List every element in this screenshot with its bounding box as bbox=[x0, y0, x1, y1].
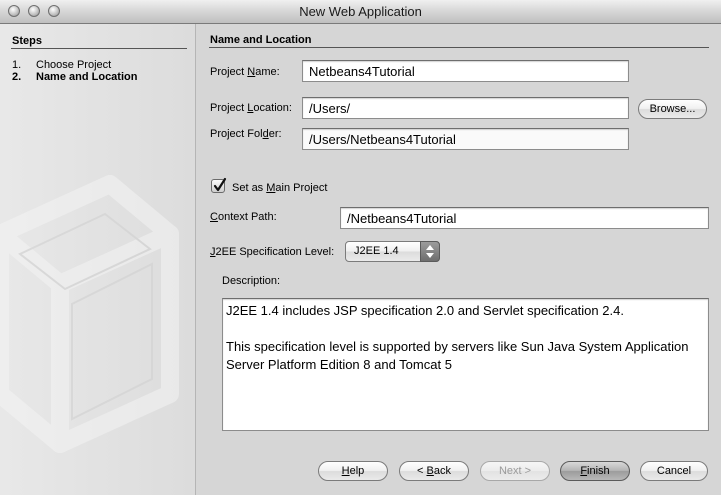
project-location-label: Project Location: bbox=[210, 102, 292, 114]
title-bar: New Web Application bbox=[0, 0, 721, 24]
browse-button[interactable]: Browse... bbox=[638, 99, 707, 119]
context-path-input[interactable]: /Netbeans4Tutorial bbox=[340, 207, 709, 229]
description-paragraph: J2EE 1.4 includes JSP specification 2.0 … bbox=[226, 303, 624, 318]
steps-header: Steps bbox=[12, 35, 42, 47]
step-number: 1. bbox=[12, 59, 22, 71]
main-project-checkbox[interactable] bbox=[211, 177, 227, 193]
checkmark-icon bbox=[213, 177, 227, 192]
steps-divider bbox=[11, 48, 187, 49]
project-folder-label: Project Folder: bbox=[210, 128, 282, 140]
main-project-label[interactable]: Set as Main Project bbox=[232, 182, 327, 194]
section-divider bbox=[209, 47, 709, 48]
up-down-arrows-icon bbox=[420, 241, 440, 262]
project-name-input[interactable]: Netbeans4Tutorial bbox=[302, 60, 629, 82]
description-text-area: J2EE 1.4 includes JSP specification 2.0 … bbox=[222, 298, 709, 431]
next-button[interactable]: Next > bbox=[480, 461, 550, 481]
step-number: 2. bbox=[12, 71, 22, 83]
description-paragraph: This specification level is supported by… bbox=[226, 339, 689, 372]
back-button[interactable]: < Back bbox=[399, 461, 469, 481]
window-title: New Web Application bbox=[299, 4, 422, 19]
cancel-button[interactable]: Cancel bbox=[640, 461, 708, 481]
spec-level-label: J2EE Specification Level: bbox=[210, 246, 335, 258]
steps-panel: Steps 1. Choose Project 2. Name and Locati… bbox=[0, 24, 196, 495]
step-label: Name and Location bbox=[36, 71, 138, 83]
spec-level-select[interactable]: J2EE 1.4 bbox=[345, 241, 440, 262]
step-choose-project: 1. Choose Project bbox=[12, 59, 111, 71]
project-name-label: Project Name: bbox=[210, 66, 280, 78]
step-label: Choose Project bbox=[36, 59, 112, 71]
section-title: Name and Location bbox=[210, 34, 312, 46]
project-location-input[interactable]: /Users/ bbox=[302, 97, 629, 119]
help-button[interactable]: Help bbox=[318, 461, 388, 481]
description-label: Description: bbox=[222, 275, 281, 287]
step-name-and-location: 2. Name and Location bbox=[12, 71, 137, 83]
spec-level-value: J2EE 1.4 bbox=[354, 245, 399, 257]
context-path-label: Context Path: bbox=[210, 211, 277, 223]
finish-button[interactable]: Finish bbox=[560, 461, 630, 481]
project-folder-input[interactable]: /Users/Netbeans4Tutorial bbox=[302, 128, 629, 150]
cube-watermark-icon bbox=[0, 175, 179, 453]
